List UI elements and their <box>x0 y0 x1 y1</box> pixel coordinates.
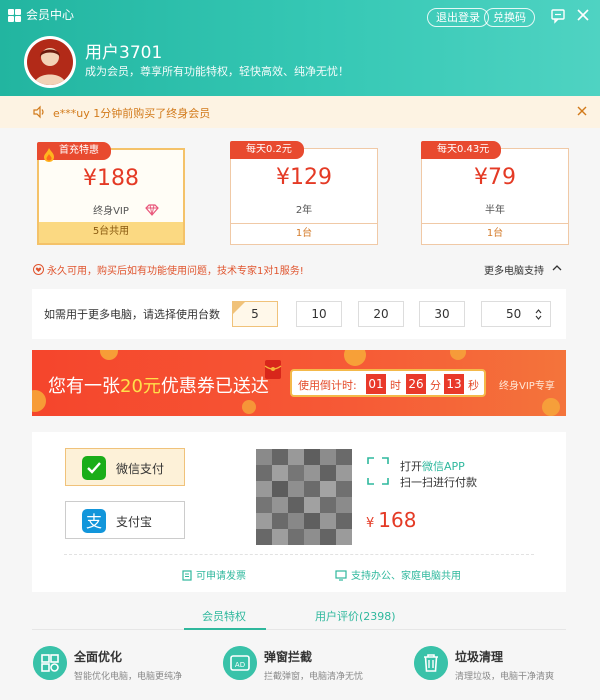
header: 会员中心 退出登录 兑换码 用户3701 成为会员，尊享所有功能特权，轻快高效、… <box>0 0 600 96</box>
trash-icon <box>414 646 448 680</box>
flame-icon <box>44 148 54 162</box>
info-tabs: 会员特权 用户评价(2398) <box>32 600 566 630</box>
feature-title: 全面优化 <box>74 650 123 664</box>
user-silhouette-icon <box>34 48 66 85</box>
countdown-timer: 使用倒计时: 01 时 26 分 13 秒 <box>290 369 486 397</box>
device-option-30[interactable]: 30 <box>419 301 465 327</box>
coin-decoration <box>32 390 46 412</box>
computer-icon <box>335 570 347 581</box>
alipay-icon: 支 <box>82 509 106 533</box>
minutes-unit: 分 <box>430 379 441 392</box>
plan-price: ¥79 <box>474 165 516 190</box>
plan-badge: 每天0.43元 <box>421 141 502 159</box>
user-name: 用户3701 <box>85 43 163 63</box>
plan-footer: 1台 <box>422 223 568 244</box>
countdown-seconds: 13 <box>444 374 464 394</box>
plan-footer: 5台共用 <box>39 222 183 243</box>
avatar[interactable] <box>24 36 76 88</box>
countdown-minutes: 26 <box>406 374 426 394</box>
coin-decoration <box>242 400 256 414</box>
invoice-link[interactable]: 可申请发票 <box>182 567 246 582</box>
tab-user-reviews[interactable]: 用户评价(2398) <box>315 608 396 624</box>
feature-title: 弹窗拦截 <box>264 650 313 664</box>
invoice-icon <box>182 570 192 581</box>
purchase-notice-bar: e***uy 1分钟前购买了终身会员 <box>0 96 600 128</box>
alipay-label: 支付宝 <box>116 515 153 529</box>
vip-only-label: 终身VIP专享 <box>499 381 555 392</box>
active-tab-indicator <box>184 628 266 630</box>
scan-instruction-pay: 扫一扫进行付款 <box>400 476 477 489</box>
countdown-hours: 01 <box>366 374 386 394</box>
wechat-pay-button[interactable]: 微信支付 <box>65 448 185 486</box>
coin-decoration <box>542 398 560 416</box>
plan-term: 2年 <box>295 205 313 216</box>
plan-card-2year[interactable]: 每天0.2元 ¥129 2年 1台 <box>230 141 378 245</box>
feature-description: 清理垃圾，电脑干净清爽 <box>455 672 555 682</box>
feature-title: 垃圾清理 <box>455 650 504 664</box>
app-logo-icon <box>8 9 21 22</box>
feedback-icon[interactable] <box>549 6 567 24</box>
window-title: 会员中心 <box>26 8 75 22</box>
svg-text:支: 支 <box>86 512 102 531</box>
user-subtitle: 成为会员，尊享所有功能特权，轻快高效、纯净无忧！ <box>85 65 349 78</box>
plan-card-halfyear[interactable]: 每天0.43元 ¥79 半年 1台 <box>421 141 569 245</box>
feature-junk-clean: 垃圾清理 清理垃圾，电脑干净清爽 <box>414 646 584 686</box>
speaker-icon <box>33 105 44 119</box>
redeem-code-button[interactable]: 兑换码 <box>484 8 535 27</box>
plan-badge: 每天0.2元 <box>230 141 304 159</box>
scan-instruction-open: 打开微信APP <box>400 460 465 473</box>
updown-arrows-icon <box>535 309 542 320</box>
plan-card-lifetime[interactable]: 首充特惠 ¥188 终身VIP 5台共用 <box>37 142 185 245</box>
coupon-message: 您有一张20元优惠券已送达 <box>48 376 269 397</box>
logout-button[interactable]: 退出登录 <box>427 8 489 27</box>
wechat-pay-icon <box>82 456 106 480</box>
coupon-banner[interactable]: 您有一张20元优惠券已送达 使用倒计时: 01 时 26 分 13 秒 终身VI… <box>32 350 566 416</box>
device-count-panel: 如需用于更多电脑，请选择使用台数 5 10 20 30 50 <box>32 289 566 339</box>
plan-term: 终身VIP <box>93 206 129 217</box>
hours-unit: 时 <box>390 379 401 392</box>
device-count-select[interactable]: 50 <box>481 301 551 327</box>
plan-price: ¥129 <box>276 165 332 190</box>
diamond-icon <box>145 204 159 216</box>
device-option-20[interactable]: 20 <box>358 301 404 327</box>
payment-qr-code <box>256 449 352 545</box>
divider <box>64 554 534 555</box>
service-info-text: 永久可用，购买后如有功能使用问题，技术专家1对1服务! <box>47 266 304 277</box>
coin-decoration <box>344 350 366 366</box>
device-count-label: 如需用于更多电脑，请选择使用台数 <box>44 308 220 321</box>
payment-panel: 微信支付 支 支付宝 打开微信APP 扫一扫进行付款 ¥168 可申请发票 支持… <box>32 432 566 592</box>
countdown-label: 使用倒计时: <box>298 379 357 392</box>
payment-amount: ¥168 <box>366 508 417 532</box>
device-option-5[interactable]: 5 <box>232 301 278 327</box>
popup-block-icon: AD <box>223 646 257 680</box>
multi-device-link[interactable]: 支持办公、家庭电脑共用 <box>335 567 461 582</box>
svg-text:AD: AD <box>235 661 245 669</box>
feature-description: 智能优化电脑，电脑更纯净 <box>74 672 183 682</box>
wechat-pay-label: 微信支付 <box>116 462 165 476</box>
tab-member-privileges[interactable]: 会员特权 <box>202 608 246 624</box>
plan-term: 半年 <box>485 205 505 216</box>
feature-popup-block: AD 弹窗拦截 拦截弹窗，电脑清净无忧 <box>223 646 393 686</box>
coin-decoration <box>450 350 466 360</box>
more-computers-toggle[interactable]: 更多电脑支持 <box>484 262 544 277</box>
plan-footer: 1台 <box>231 223 377 244</box>
member-center-window: 会员中心 退出登录 兑换码 用户3701 成为会员，尊享所有功能特权，轻快高效、… <box>0 0 600 700</box>
heart-info-icon <box>33 264 44 275</box>
chevron-up-icon[interactable] <box>552 264 562 272</box>
selected-corner-mark <box>233 302 245 314</box>
device-option-10[interactable]: 10 <box>296 301 342 327</box>
notice-close-icon[interactable] <box>576 105 588 117</box>
alipay-button[interactable]: 支 支付宝 <box>65 501 185 539</box>
feature-description: 拦截弹窗，电脑清净无忧 <box>264 672 364 682</box>
scan-frame-icon <box>367 457 389 485</box>
feature-optimize: 全面优化 智能优化电脑，电脑更纯净 <box>33 646 203 686</box>
coin-decoration <box>100 350 118 360</box>
plan-price: ¥188 <box>83 166 139 191</box>
optimize-icon <box>33 646 67 680</box>
seconds-unit: 秒 <box>468 379 479 392</box>
notice-text: e***uy 1分钟前购买了终身会员 <box>53 107 211 120</box>
close-icon[interactable] <box>574 6 592 24</box>
